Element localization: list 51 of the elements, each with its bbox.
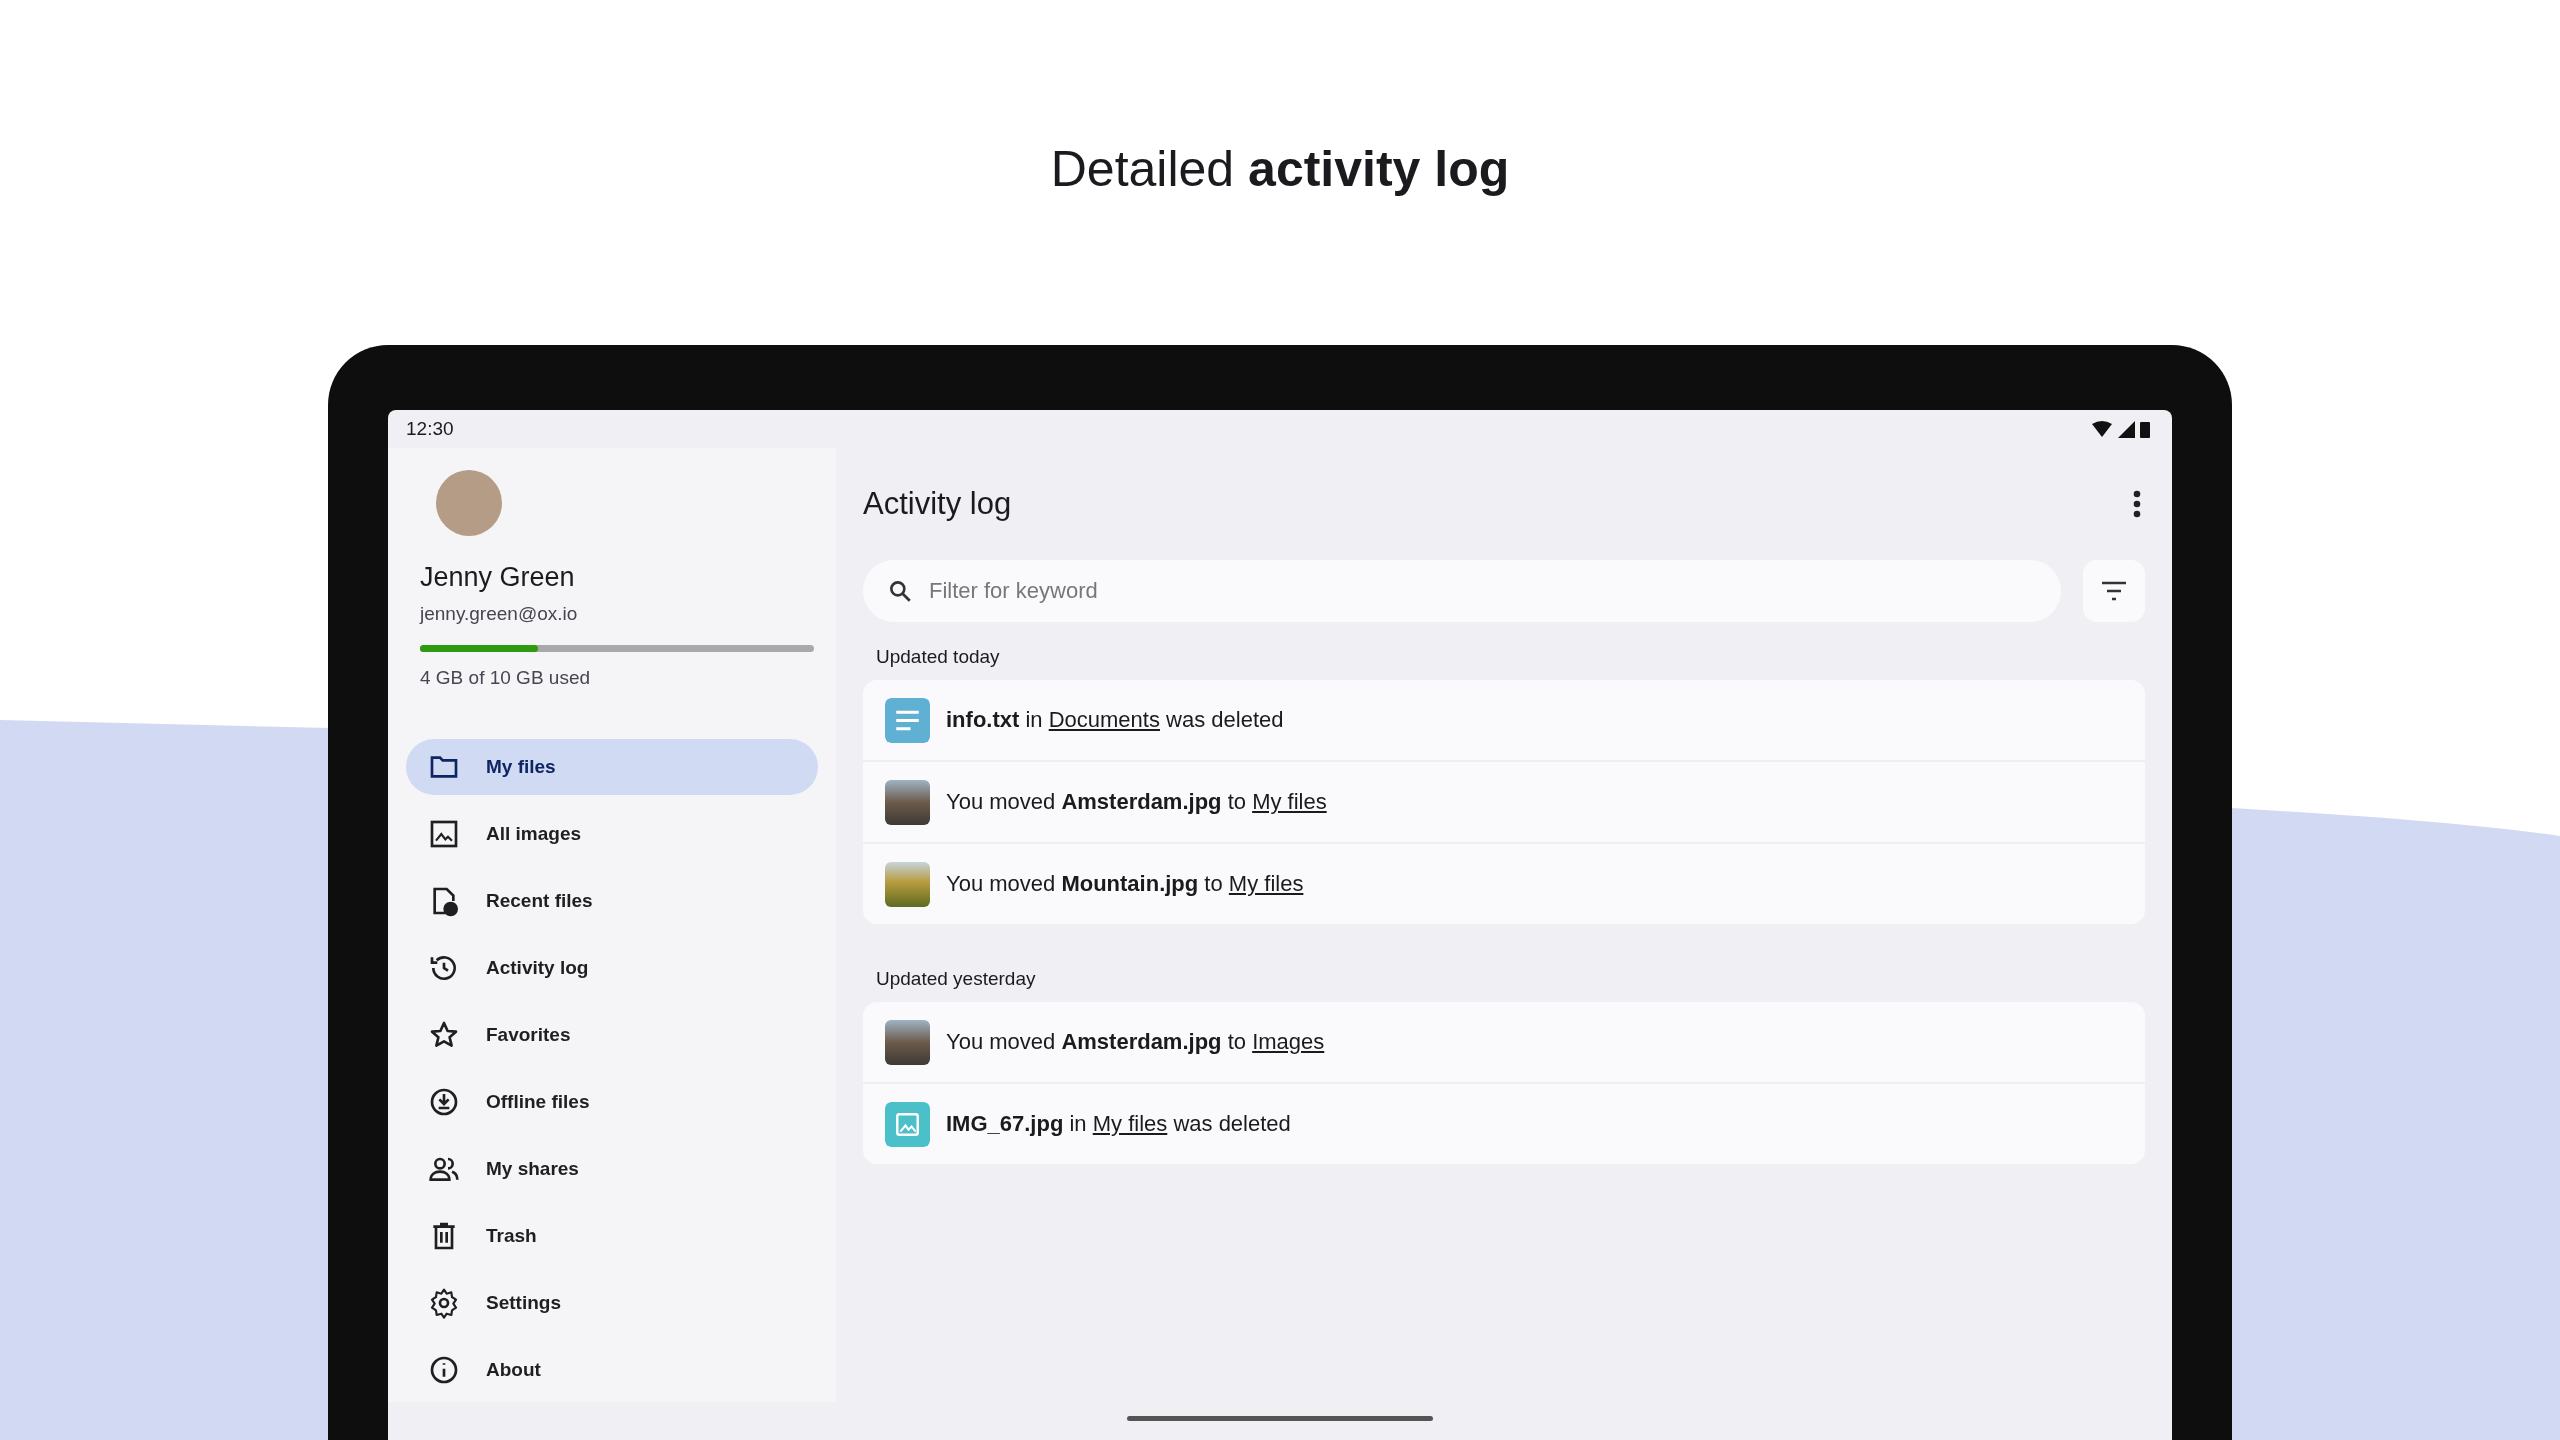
nav-item[interactable]: Settings [406, 1275, 818, 1331]
gear-icon [428, 1287, 460, 1319]
activity-text: IMG_67.jpg in My files was deleted [946, 1111, 1291, 1137]
search-field[interactable]: Filter for keyword [863, 560, 2061, 622]
section-heading: Updated today [875, 645, 1001, 669]
filter-icon [2100, 580, 2128, 602]
document-icon [885, 697, 930, 743]
nav-item[interactable]: About [406, 1342, 818, 1398]
folder-link[interactable]: My files [1092, 1111, 1168, 1136]
nav-item[interactable]: My files [406, 739, 818, 795]
headline: Detailed activity log [1050, 140, 1510, 199]
folder-link[interactable]: Images [1252, 1029, 1325, 1054]
image-icon [428, 818, 460, 850]
nav-item[interactable]: Recent files [406, 873, 818, 929]
filter-button[interactable] [2083, 560, 2145, 622]
storage-label: 4 GB of 10 GB used [420, 667, 592, 689]
photo-placeholder [885, 861, 930, 907]
nav-item[interactable]: My shares [406, 1141, 818, 1197]
nav-item[interactable]: All images [406, 806, 818, 862]
search-icon [887, 578, 913, 604]
photo-placeholder [885, 1019, 930, 1065]
image-file-icon [885, 1101, 930, 1147]
activity-text: You moved Amsterdam.jpg to Images [946, 1029, 1325, 1055]
nav-item[interactable]: Activity log [406, 940, 818, 996]
activity-text: You moved Amsterdam.jpg to My files [946, 789, 1327, 815]
nav-item[interactable]: Trash [406, 1208, 818, 1264]
activity-row[interactable]: IMG_67.jpg in My files was deleted [863, 1082, 2145, 1164]
activity-row[interactable]: You moved Amsterdam.jpg to My files [863, 760, 2145, 842]
folder-link[interactable]: My files [1228, 871, 1304, 896]
activity-text: info.txt in Documents was deleted [946, 707, 1284, 733]
folder-link[interactable]: My files [1252, 789, 1327, 814]
section-heading: Updated yesterday [875, 967, 1037, 991]
download-icon [428, 1086, 460, 1118]
gesture-handle[interactable] [1127, 1416, 1433, 1421]
signal-icon [2118, 420, 2135, 438]
wifi-icon [2091, 420, 2113, 438]
page-title: Activity log [863, 486, 1012, 522]
status-time: 12:30 [406, 418, 454, 440]
more-options-icon[interactable] [2133, 490, 2141, 518]
nav-item[interactable]: Offline files [406, 1074, 818, 1130]
activity-text: You moved Mountain.jpg to My files [946, 871, 1304, 897]
nav-item[interactable]: Favorites [406, 1007, 818, 1063]
info-icon [428, 1354, 460, 1386]
folder-link[interactable]: Documents [1048, 707, 1160, 732]
activity-row[interactable]: You moved Mountain.jpg to My files [863, 842, 2145, 924]
activity-row[interactable]: info.txt in Documents was deleted [863, 680, 2145, 760]
photo-placeholder [885, 779, 930, 825]
profile-name: Jenny Green [420, 562, 576, 593]
battery-icon [2140, 420, 2150, 438]
activity-row[interactable]: You moved Amsterdam.jpg to Images [863, 1002, 2145, 1082]
profile-email: jenny.green@ox.io [420, 603, 579, 625]
